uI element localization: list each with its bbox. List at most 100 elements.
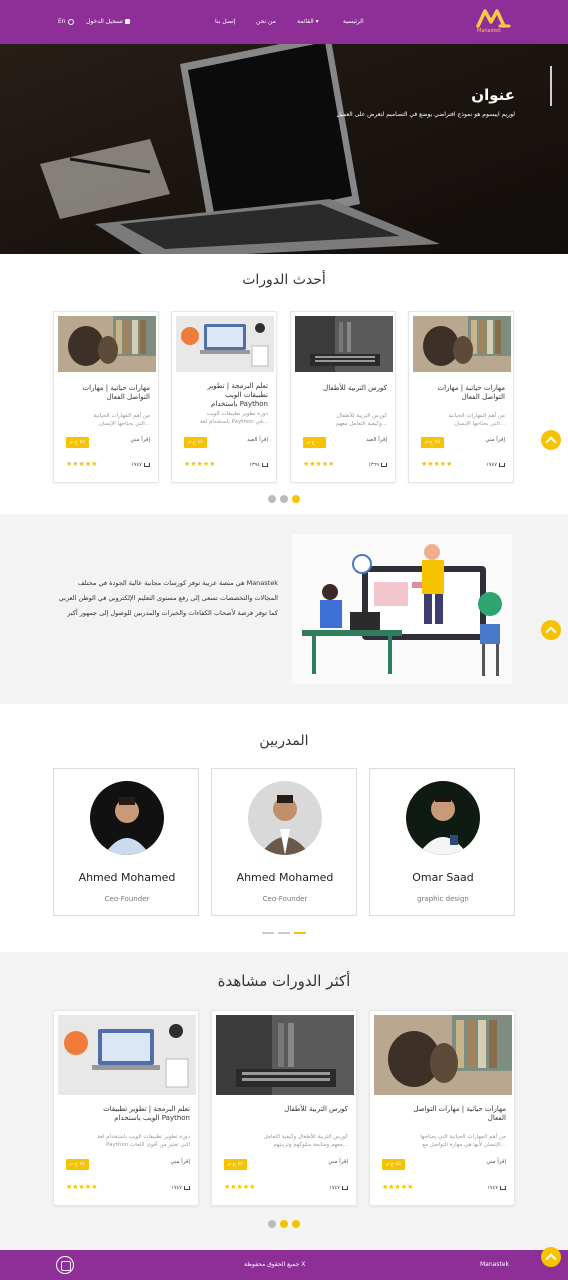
nav-about-link[interactable]: من نحن [256, 0, 276, 44]
most-viewed-title: أكثر الدورات مشاهدة [217, 972, 351, 990]
carousel-dot-active[interactable] [292, 1220, 300, 1228]
most-viewed-carousel-dots [0, 1220, 568, 1228]
course-image [58, 1015, 196, 1095]
carousel-dot-active[interactable] [292, 495, 300, 503]
footer: Manastek جميع الحقوق محفوظة X [0, 1250, 568, 1280]
views-count: ١٧٤٧ [131, 462, 142, 468]
course-card[interactable]: كورس التربية للأطفال كورس التربية للأطفا… [290, 311, 396, 483]
price-badge: ٤٥ ج.م [421, 437, 444, 448]
scroll-up-button[interactable] [541, 430, 561, 450]
course-desc-line: معهم ومتابعة سلوكهم وتربيتهم... [273, 1142, 348, 1148]
login-label: تسجيل الدخول [86, 18, 123, 25]
course-card[interactable]: مهارات حياتية | مهارات التواصل الفعال من … [369, 1010, 515, 1206]
course-desc-line: التي يحتاجها الإنسان... [453, 421, 505, 427]
carousel-dot-active[interactable] [280, 1220, 288, 1228]
course-teacher: إقرأ العيد [366, 437, 387, 443]
trainer-role: Ceo-Founder [262, 895, 308, 903]
course-teacher: إقرأ مني [485, 437, 505, 443]
hero-subtitle: لوريم ايبسوم هو نموذج افتراضي يوضع في ال… [336, 111, 516, 118]
scroll-up-button[interactable] [541, 1247, 561, 1267]
footer-copyright: جميع الحقوق محفوظة X [244, 1261, 306, 1268]
rating-stars: ★★★★★ [66, 1183, 98, 1191]
course-desc-line: Paython التي تعتبر من أقوى اللغات [106, 1142, 190, 1148]
login-link[interactable]: تسجيل الدخول [86, 0, 130, 44]
course-title-line: الويب باستخدام Paython [114, 1114, 190, 1122]
views-count: ١٧٤٧ [487, 1185, 498, 1191]
instagram-icon[interactable] [56, 1256, 74, 1274]
course-card[interactable]: كورس التربية للأطفال كورس التربية للأطفا… [211, 1010, 357, 1206]
cart-icon [381, 462, 387, 467]
price-badge: ٤٥ ج.م [224, 1159, 247, 1170]
page: Manastek الرئيسية القائمة ▾ من نحن إتصل … [0, 0, 568, 1280]
course-image [216, 1015, 354, 1095]
carousel-dash-active[interactable] [294, 932, 306, 934]
latest-courses-title: أحدث الدورات [242, 272, 326, 288]
course-title-line: التواصل الفعال [106, 393, 150, 401]
trainer-card[interactable]: Ahmed Mohamed Ceo-Founder [211, 768, 357, 916]
carousel-dash[interactable] [262, 932, 274, 934]
language-switch[interactable]: En [58, 0, 74, 44]
nav-contact-link[interactable]: إتصل بنا [215, 0, 235, 44]
nav-menu-dropdown[interactable]: القائمة ▾ [297, 0, 319, 44]
course-views: ١٧٤٧ [329, 1185, 348, 1191]
views-count: ١٧٤٧ [329, 1185, 340, 1191]
carousel-dot[interactable] [280, 495, 288, 503]
course-description: كورس التربية للأطفال وكيفية التعامل معهم.… [297, 412, 387, 428]
course-teacher: إقرأ مني [170, 1159, 190, 1165]
hero-title: عنوان [471, 86, 515, 104]
course-card[interactable]: تعلم البرمجة | تطوير تطبيقات الويب باستخدا… [171, 311, 277, 483]
cart-icon [144, 462, 150, 467]
logo-text: Manastek [477, 28, 502, 34]
course-title-line: مهارات حياتية | مهارات [82, 384, 150, 392]
course-teacher: إقرأ العيد [247, 437, 268, 443]
course-views: ١٧٤٧ [171, 1185, 190, 1191]
course-teacher: إقرأ مني [130, 437, 150, 443]
about-text: Manastek هي منصة عربية توفر كورسات مجاني… [58, 579, 278, 617]
cart-icon [342, 1185, 348, 1190]
course-description: دورة تطوير تطبيقات الويب باستخدام لغة Pay… [178, 410, 268, 426]
logo-icon [476, 9, 511, 28]
course-card[interactable]: تعلم البرمجة | تطوير تطبيقات الويب باستخد… [53, 1010, 199, 1206]
rating-stars: ★★★★★ [382, 1183, 414, 1191]
trainer-avatar [248, 781, 322, 855]
course-card[interactable]: مهارات حياتية | مهارات التواصل الفعال من … [408, 311, 514, 483]
course-title-line: تعلم البرمجة | تطوير [207, 382, 268, 390]
course-title-line: تطبيقات الويب [225, 391, 268, 399]
price-badge: ٤٥ ج.م [382, 1159, 405, 1170]
scroll-up-button[interactable] [541, 620, 561, 640]
carousel-dash[interactable] [278, 932, 290, 934]
carousel-dot[interactable] [268, 1220, 276, 1228]
lock-icon [124, 19, 130, 24]
course-title-line: كورس التربية للأطفال [284, 1105, 348, 1113]
trainer-card[interactable]: Ahmed Mohamed Ceo-Founder [53, 768, 199, 916]
rating-stars: ★★★★★ [303, 460, 335, 468]
course-desc-line: كورس التربية للأطفال وكيفية التعامل [263, 1134, 348, 1140]
course-title-line: الفعال [487, 1114, 506, 1122]
course-desc-line: من أهم المهارات الحياتية [93, 413, 150, 419]
carousel-dot[interactable] [268, 495, 276, 503]
price-badge: ٤٥ ج.م [66, 437, 89, 448]
course-teacher: إقرأ مني [328, 1159, 348, 1165]
views-count: ١٧٤٧ [171, 1185, 182, 1191]
course-title-line: مهارات حياتية | مهارات التواصل [413, 1105, 506, 1113]
course-desc-line: باستخدام لغة Paython في... [199, 419, 268, 425]
rating-stars: ★★★★★ [184, 460, 216, 468]
nav-home-link[interactable]: الرئيسية [343, 0, 364, 44]
trainer-role: Ceo-Founder [104, 895, 150, 903]
logo[interactable]: Manastek [476, 8, 512, 36]
course-card[interactable]: مهارات حياتية | مهارات التواصل الفعال من … [53, 311, 159, 483]
course-image [413, 316, 511, 372]
course-image [374, 1015, 512, 1095]
trainer-avatar [90, 781, 164, 855]
cart-icon [262, 462, 268, 467]
trainer-card[interactable]: Omar Saad graphic design [369, 768, 515, 916]
cart-icon [500, 1185, 506, 1190]
course-views: ١٧٤٧ [487, 1185, 506, 1191]
course-description: من أهم المهارات الحياتية التي يحتاجها الإ… [376, 1133, 506, 1149]
course-description: من أهم المهارات الحياتية التي يحتاجها الإ… [60, 412, 150, 428]
trainers-carousel-dashes [0, 932, 568, 934]
course-image [176, 316, 274, 372]
rating-stars: ★★★★★ [66, 460, 98, 468]
course-description: كورس التربية للأطفال وكيفية التعامل معهم … [218, 1133, 348, 1149]
course-views: ١٣٩٤ [249, 462, 268, 468]
